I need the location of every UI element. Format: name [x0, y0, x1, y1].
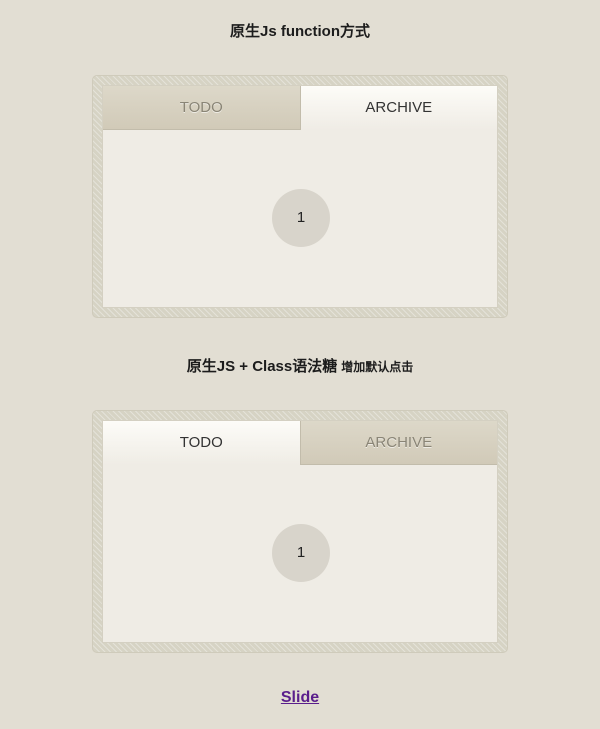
tab-todo[interactable]: TODO [103, 86, 301, 130]
section1-title: 原生Js function方式 [0, 20, 600, 41]
content-badge: 1 [272, 524, 330, 582]
tab-bar-1: TODO ARCHIVE [103, 86, 497, 130]
section2-title-note: 增加默认点击 [341, 360, 414, 374]
section2-title: 原生JS + Class语法糖 增加默认点击 [0, 355, 600, 376]
section1-title-text: 原生Js function方式 [229, 23, 370, 40]
footer: Slide [0, 689, 600, 707]
tab-panel-1: TODO ARCHIVE 1 [102, 85, 498, 308]
tab-widget-1: TODO ARCHIVE 1 [92, 75, 508, 318]
tab-todo[interactable]: TODO [103, 421, 300, 465]
tab-widget-2: TODO ARCHIVE 1 [92, 410, 508, 653]
tab-archive[interactable]: ARCHIVE [300, 86, 497, 130]
tab-panel-2: TODO ARCHIVE 1 [102, 420, 498, 643]
slide-link[interactable]: Slide [281, 689, 319, 706]
tab-bar-2: TODO ARCHIVE [103, 421, 497, 465]
tab-archive[interactable]: ARCHIVE [299, 421, 497, 465]
section2-title-text: 原生JS + Class语法糖 [186, 358, 338, 375]
content-badge: 1 [272, 189, 330, 247]
